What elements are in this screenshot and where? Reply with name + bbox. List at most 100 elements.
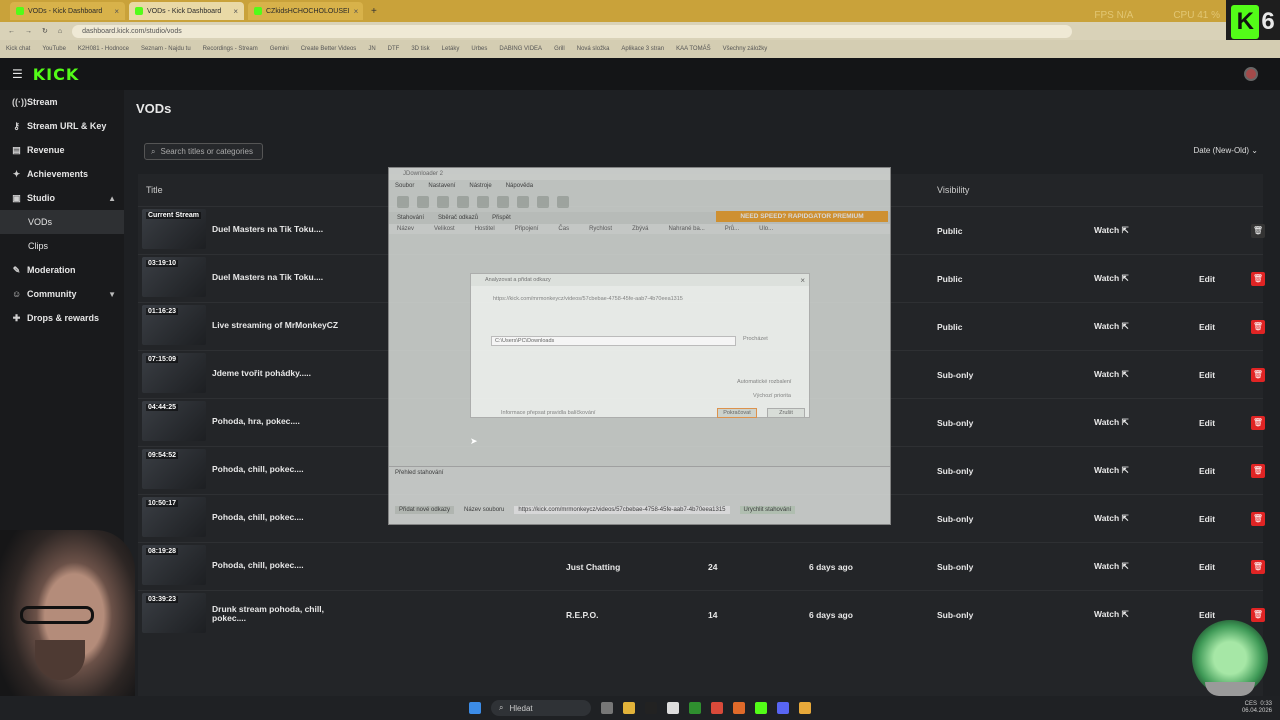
edit-button[interactable]: Edit <box>1199 274 1215 284</box>
priority-select[interactable]: Výchozí priorita <box>753 393 791 399</box>
vod-thumbnail[interactable]: 03:39:23 <box>142 593 206 633</box>
sidebar-item-studio[interactable]: ▣ Studio ▲ <box>0 186 124 210</box>
watch-link[interactable]: Watch ⇱ <box>1094 321 1129 332</box>
sidebar-item-stream-url-key[interactable]: ⚷ Stream URL & Key <box>0 114 124 138</box>
brave-icon[interactable] <box>733 702 745 714</box>
delete-button[interactable]: 🗑 <box>1251 511 1265 526</box>
delete-button[interactable]: 🗑 <box>1251 463 1265 478</box>
watch-link[interactable]: Watch ⇱ <box>1094 417 1129 428</box>
jd-menu-item[interactable]: Soubor <box>395 183 414 189</box>
browser-tab-active[interactable]: VODs - Kick Dashboard × <box>129 2 244 20</box>
watch-link[interactable]: Watch ⇱ <box>1094 609 1129 620</box>
visibility-label[interactable]: Sub-only <box>937 370 973 380</box>
premium-banner[interactable]: NEED SPEED? RAPIDGATOR PREMIUM <box>716 211 888 222</box>
visibility-label[interactable]: Sub-only <box>937 466 973 476</box>
edit-button[interactable]: Edit <box>1199 466 1215 476</box>
bookmark-item[interactable]: DABING VIDEA <box>499 46 542 52</box>
file-explorer-icon[interactable] <box>623 702 635 714</box>
edit-button[interactable]: Edit <box>1199 514 1215 524</box>
sidebar-item-drops-rewards[interactable]: ✚ Drops & rewards <box>0 306 124 330</box>
vod-thumbnail[interactable]: 01:16:23 <box>142 305 206 345</box>
vod-thumbnail[interactable]: Current Stream <box>142 209 206 249</box>
visibility-label[interactable]: Sub-only <box>937 610 973 620</box>
stop-icon[interactable] <box>437 196 449 208</box>
browser-tab[interactable]: VODs - Kick Dashboard × <box>10 2 125 20</box>
jd-tab[interactable]: Stahování <box>397 215 424 221</box>
delete-button[interactable]: 🗑 <box>1251 367 1265 382</box>
delete-button[interactable]: 🗑 <box>1251 271 1265 286</box>
edit-button[interactable]: Edit <box>1199 418 1215 428</box>
bookmark-item[interactable]: Všechny záložky <box>723 46 768 52</box>
sidebar-item-community[interactable]: ☺ Community ▼ <box>0 282 124 306</box>
url-field[interactable]: dashboard.kick.com/studio/vods <box>72 24 1073 38</box>
delete-button[interactable]: 🗑 <box>1251 415 1265 430</box>
discord-icon[interactable] <box>777 702 789 714</box>
sort-dropdown[interactable]: Date (New-Old) ⌄ <box>1193 146 1258 155</box>
tiktok-icon[interactable] <box>645 702 657 714</box>
delete-button[interactable]: 🗑 <box>1251 223 1265 238</box>
edit-button[interactable]: Edit <box>1199 322 1215 332</box>
edit-button[interactable]: Edit <box>1199 610 1215 620</box>
visibility-label[interactable]: Public <box>937 274 963 284</box>
table-row[interactable]: 08:19:28 Pohoda, chill, pokec.... Just Cha… <box>138 542 1265 590</box>
play-icon[interactable] <box>397 196 409 208</box>
jd-tab[interactable]: Sběrač odkazů <box>438 215 478 221</box>
bookmark-item[interactable]: DTF <box>388 46 400 52</box>
visibility-label[interactable]: Sub-only <box>937 418 973 428</box>
bookmark-item[interactable]: KAA TOMÁŠ <box>676 46 710 52</box>
jd-column-header[interactable]: Zbývá <box>632 226 648 232</box>
jd-menu-item[interactable]: Nastavení <box>428 183 455 189</box>
new-tab-button[interactable]: + <box>371 6 377 17</box>
pause-icon[interactable] <box>417 196 429 208</box>
jd-column-header[interactable]: Prů... <box>725 226 739 232</box>
language-indicator[interactable]: CES <box>1245 701 1257 707</box>
sidebar-item-moderation[interactable]: ✎ Moderation <box>0 258 124 282</box>
edit-button[interactable]: Edit <box>1199 562 1215 572</box>
xbox-icon[interactable] <box>689 702 701 714</box>
back-icon[interactable]: ← <box>8 28 15 35</box>
jd-column-header[interactable]: Ulo... <box>759 226 773 232</box>
download-path-field[interactable]: C:\Users\PC\Downloads <box>491 336 736 346</box>
bookmark-item[interactable]: Urbes <box>471 46 487 52</box>
auto-extract-checkbox[interactable]: Automatické rozbalení <box>737 379 791 385</box>
vod-thumbnail[interactable]: 04:44:25 <box>142 401 206 441</box>
bookmark-item[interactable]: Seznam - Najdu tu <box>141 46 191 52</box>
jd-menu-item[interactable]: Nástroje <box>469 183 491 189</box>
menu-icon[interactable]: ☰ <box>12 67 23 81</box>
sidebar-item-clips[interactable]: Clips <box>0 234 124 258</box>
jd-column-header[interactable]: Připojení <box>515 226 539 232</box>
sidebar-item-stream[interactable]: ((·)) Stream <box>0 90 124 114</box>
windows-start-icon[interactable] <box>469 702 481 714</box>
delete-button[interactable]: 🗑 <box>1251 607 1265 622</box>
jd-menu-item[interactable]: Nápověda <box>506 183 533 189</box>
cancel-button[interactable]: Zrušit <box>767 408 805 418</box>
search-input[interactable]: ⌕ Search titles or categories <box>144 143 263 160</box>
move-top-icon[interactable] <box>457 196 469 208</box>
browse-button[interactable]: Procházet <box>743 336 768 342</box>
move-down-icon[interactable] <box>497 196 509 208</box>
jd-column-header[interactable]: Hostitel <box>475 226 495 232</box>
chatgpt-icon[interactable] <box>667 702 679 714</box>
vod-thumbnail[interactable]: 09:54:52 <box>142 449 206 489</box>
jd-column-header[interactable]: Velikost <box>434 226 455 232</box>
speed-up-button[interactable]: Urychlit stahování <box>739 506 796 514</box>
add-links-button[interactable]: Přidat nové odkazy <box>395 506 455 514</box>
refresh-icon[interactable] <box>557 196 569 208</box>
task-view-icon[interactable] <box>601 702 613 714</box>
jd-tab[interactable]: Přispět <box>492 215 511 221</box>
vod-thumbnail[interactable]: 07:15:09 <box>142 353 206 393</box>
dialog-link-text[interactable]: https://kick.com/mrmonkeycz/videos/57cbe… <box>493 296 683 302</box>
jdownloader-icon[interactable] <box>799 702 811 714</box>
visibility-label[interactable]: Sub-only <box>937 562 973 572</box>
bookmark-item[interactable]: JN <box>368 46 375 52</box>
table-row[interactable]: 03:39:23 Drunk stream pohoda, chill, poke… <box>138 590 1265 638</box>
sidebar-item-vods[interactable]: VODs <box>0 210 124 234</box>
bookmark-item[interactable]: Letáky <box>442 46 460 52</box>
bookmark-item[interactable]: Nová složka <box>577 46 610 52</box>
move-bottom-icon[interactable] <box>517 196 529 208</box>
vod-thumbnail[interactable]: 10:50:17 <box>142 497 206 537</box>
taskbar-search[interactable]: ⌕ Hledat <box>491 700 591 716</box>
watch-link[interactable]: Watch ⇱ <box>1094 465 1129 476</box>
watch-link[interactable]: Watch ⇱ <box>1094 273 1129 284</box>
watch-link[interactable]: Watch ⇱ <box>1094 561 1129 572</box>
